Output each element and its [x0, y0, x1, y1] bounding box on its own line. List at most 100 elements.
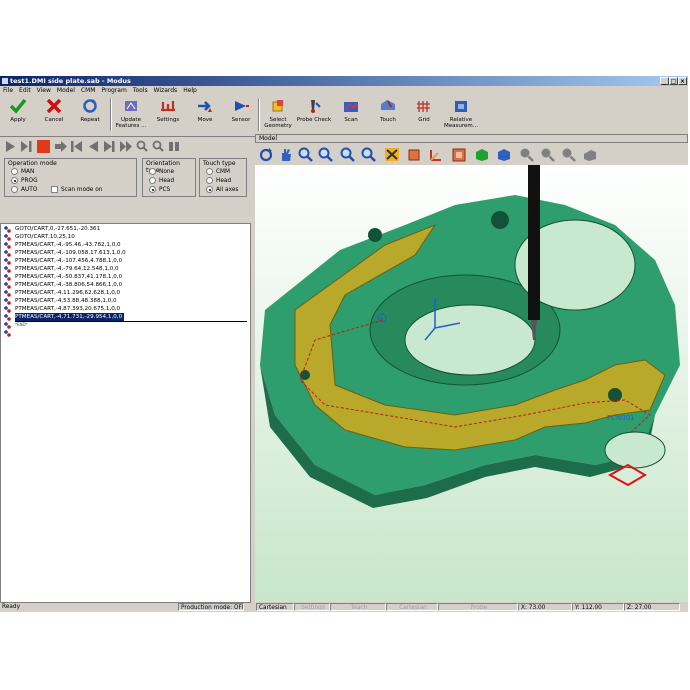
view-toolbar	[255, 143, 688, 165]
menu-tools[interactable]: Tools	[130, 86, 151, 95]
stop-icon[interactable]	[36, 140, 51, 153]
close-button[interactable]: ×	[678, 77, 687, 85]
minimize-button[interactable]: _	[660, 77, 669, 85]
menu-cmm[interactable]: CMM	[78, 86, 99, 95]
zoom-minus-disabled-icon[interactable]	[561, 147, 577, 162]
probe-check-button[interactable]: Probe Check	[296, 98, 332, 134]
program-listing[interactable]: GOTO/CART,0,-27.651,-20.361 GOTO/CART,10…	[0, 223, 251, 603]
select-geometry-icon	[272, 100, 283, 112]
part-model-drawing: 4 FCN001	[260, 165, 680, 508]
sensor-button[interactable]: Sensor	[223, 98, 259, 134]
pan-hand-icon[interactable]	[278, 147, 294, 162]
scan-label: Scan	[344, 117, 358, 123]
settings-button[interactable]: Settings	[150, 98, 186, 134]
move-button[interactable]: Move	[187, 98, 223, 134]
menu-model[interactable]: Model	[54, 86, 78, 95]
radio-touch-cmm[interactable]: CMM	[206, 168, 230, 175]
maximize-button[interactable]: □	[669, 77, 678, 85]
menu-program[interactable]: Program	[98, 86, 129, 95]
zoom-program-icon[interactable]	[152, 140, 164, 153]
step-back-icon[interactable]	[71, 140, 83, 153]
cancel-x-icon	[46, 98, 62, 114]
scan-button[interactable]: Scan	[333, 98, 369, 134]
radio-prog[interactable]: PROG	[11, 177, 38, 184]
title-bar: test1.DMI side plate.sab - Modus _ □ ×	[0, 76, 688, 86]
point-label: 4	[379, 316, 383, 323]
menu-file[interactable]: File	[0, 86, 16, 95]
status-coord-system: Cartesian	[256, 603, 294, 611]
shade-disabled-icon[interactable]	[582, 147, 598, 162]
operation-mode-title: Operation mode	[8, 160, 57, 167]
play-icon[interactable]	[4, 140, 16, 153]
probe-stylus	[528, 165, 540, 320]
back-icon[interactable]	[87, 140, 99, 153]
zoom-disabled-icon[interactable]	[519, 147, 535, 162]
program-line[interactable]: GOTO/CART,0,-27.651,-20.361	[15, 225, 100, 233]
box-view-icon[interactable]	[451, 147, 467, 162]
wireframe-icon[interactable]	[496, 147, 512, 162]
command-icon	[4, 330, 11, 337]
radio-orient-pcs[interactable]: PCS	[149, 186, 170, 193]
program-line[interactable]: PTMEAS/CART,-4,-79.64,12.548,1,0,0	[15, 265, 119, 273]
relative-measurement-button[interactable]: Relative Measurem...	[443, 98, 479, 134]
radio-touch-all-axes-label: All axes	[216, 187, 239, 193]
step-icon[interactable]	[20, 140, 32, 153]
command-icon	[4, 234, 11, 241]
radio-orient-none[interactable]: None	[149, 168, 174, 175]
move-label: Move	[197, 117, 213, 123]
program-line[interactable]: PTMEAS/CART,-4,87.393,20.675,1,0,0	[15, 305, 120, 313]
fast-forward-icon[interactable]	[120, 140, 132, 153]
rotate-icon[interactable]	[258, 147, 274, 162]
radio-touch-head[interactable]: Head	[206, 177, 231, 184]
zoom-window-icon[interactable]	[318, 147, 334, 162]
radio-touch-head-label: Head	[216, 178, 232, 184]
cancel-button[interactable]: Cancel	[36, 98, 72, 134]
status-bar: Ready Production mode: OFF Cartesian Set…	[0, 602, 688, 612]
grid-label: Grid	[418, 117, 430, 123]
hole	[608, 388, 622, 402]
program-line[interactable]: PTMEAS/CART,-4,-38.806,54.866,1,0,0	[15, 281, 122, 289]
forward-arrow-icon[interactable]	[55, 140, 67, 153]
scan-mode-checkbox[interactable]: Scan mode on	[51, 186, 102, 193]
zoom-in-icon[interactable]	[361, 147, 377, 162]
grid-button[interactable]: Grid	[406, 98, 442, 134]
touch-type-group: Touch type CMM Head All axes	[199, 158, 247, 197]
breakpoint-icon[interactable]	[168, 140, 180, 153]
program-line[interactable]: PTMEAS/CART,-4,-109.058,17.613,1,0,0	[15, 249, 126, 257]
program-line[interactable]: PTMEAS/CART,-4,-107.456,4.788,1,0,0	[15, 257, 122, 265]
find-icon[interactable]	[136, 140, 148, 153]
repeat-button[interactable]: Repeat	[72, 98, 108, 134]
radio-orient-head[interactable]: Head	[149, 177, 174, 184]
zoom-plus-disabled-icon[interactable]	[540, 147, 556, 162]
program-line[interactable]: PTMEAS/CART,-4,-95.46,-43.782,1,0,0	[15, 241, 121, 249]
touch-label: Touch	[380, 117, 396, 123]
program-line[interactable]: PTMEAS/CART,-4,-50.837,41.178,1,0,0	[15, 273, 122, 281]
fit-all-icon[interactable]	[384, 147, 400, 162]
radio-touch-all-axes[interactable]: All axes	[206, 186, 238, 193]
axes-icon[interactable]	[428, 147, 444, 162]
program-line-selected[interactable]: PTMEAS/CART,-4,71.731,-29.954,1,0,0	[15, 313, 125, 321]
select-geometry-button[interactable]: Select Geometry	[260, 98, 296, 134]
menu-help[interactable]: Help	[180, 86, 200, 95]
status-probe: Probe	[438, 603, 518, 611]
radio-auto[interactable]: AUTO	[11, 186, 37, 193]
model-viewport[interactable]: 4 FCN001	[255, 165, 688, 602]
touch-button[interactable]: Touch	[370, 98, 406, 134]
solid-green-icon[interactable]	[474, 147, 490, 162]
radio-man[interactable]: MAN	[11, 168, 34, 175]
view-cube-icon[interactable]	[406, 147, 422, 162]
update-features-button[interactable]: Update Features ...	[113, 98, 149, 134]
update-features-label: Update Features ...	[115, 117, 147, 129]
zoom-icon[interactable]	[298, 147, 314, 162]
program-line[interactable]: GOTO/CART,10,25,10	[15, 233, 75, 241]
step-end-icon[interactable]	[103, 140, 115, 153]
program-line[interactable]: PTMEAS/CART,-4,53.88,48.388,1,0,0	[15, 297, 117, 305]
menu-view[interactable]: View	[34, 86, 54, 95]
zoom-fit-icon[interactable]	[340, 147, 356, 162]
program-line[interactable]: *END*	[15, 321, 28, 329]
menu-edit[interactable]: Edit	[16, 86, 34, 95]
apply-button[interactable]: Apply	[0, 98, 36, 134]
program-line[interactable]: PTMEAS/CART,-4,11.296,62.628,1,0,0	[15, 289, 120, 297]
menu-bar: File Edit View Model CMM Program Tools Wizards H…	[0, 86, 688, 95]
menu-wizards[interactable]: Wizards	[151, 86, 181, 95]
